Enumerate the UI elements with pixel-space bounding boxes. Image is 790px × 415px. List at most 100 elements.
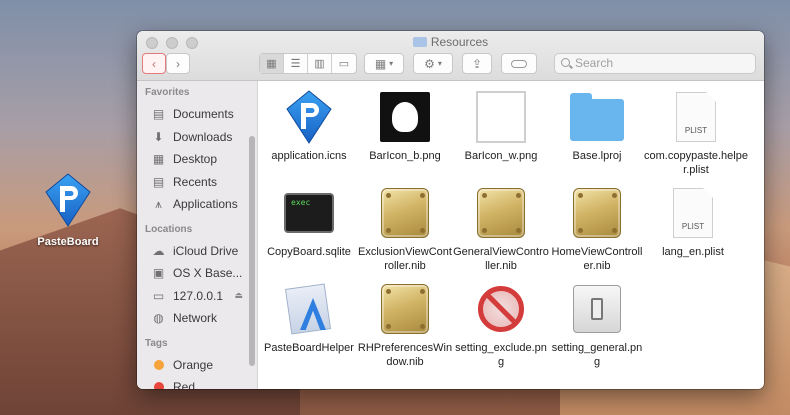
tags-button[interactable] (501, 53, 537, 74)
list-view-icon[interactable]: ☰ (284, 54, 308, 73)
file-name: GeneralViewController.nib (453, 246, 549, 272)
sidebar-item-tag-red[interactable]: Red (137, 376, 257, 389)
sidebar-item-label: OS X Base... (173, 266, 243, 281)
sidebar-item-label: iCloud Drive (173, 243, 239, 258)
no-sign-icon (478, 286, 524, 332)
search-icon (561, 58, 570, 67)
view-mode-segmented[interactable]: ▦ ☰ ▥ ▭ (259, 53, 357, 74)
file-item-general-nib[interactable]: GeneralViewController.nib (453, 185, 549, 273)
sidebar-item-localhost[interactable]: ▭ 127.0.0.1 ⏏ (137, 285, 257, 308)
file-name: BarIcon_w.png (464, 150, 538, 162)
icon-view-icon[interactable]: ▦ (260, 54, 284, 73)
file-name: CopyBoard.sqlite (267, 246, 351, 258)
display-icon: ▭ (152, 288, 165, 303)
sidebar-item-network[interactable]: ◍ Network (137, 307, 257, 330)
sidebar-item-label: Orange (173, 357, 214, 372)
bar-icon-black-icon (380, 92, 430, 142)
file-item-setting-general[interactable]: setting_general.png (549, 281, 645, 369)
terminal-exec-icon: exec (284, 193, 334, 233)
desktop-icon: ▦ (152, 152, 165, 167)
applications-icon: ⩚ (155, 196, 162, 211)
bar-icon-white-icon (476, 91, 526, 143)
folder-icon (412, 37, 427, 47)
toggle-switch-icon (573, 285, 621, 333)
file-name: PasteBoardHelper (264, 342, 354, 354)
search-field[interactable]: Search (554, 53, 756, 74)
share-icon: ⇪ (471, 56, 483, 71)
sidebar-header-favorites: Favorites (145, 87, 190, 98)
sidebar-item-recents[interactable]: ▤ Recents (137, 171, 257, 194)
gallery-view-icon[interactable]: ▭ (332, 54, 356, 73)
sidebar-scrollbar[interactable] (249, 136, 255, 366)
sidebar-item-label: Documents (173, 107, 234, 122)
desktop-icon-pasteboard[interactable]: PasteBoard (30, 172, 106, 248)
sidebar: Favorites ▤ Documents ⬇ Downloads ▦ Desk… (137, 81, 258, 389)
sidebar-header-tags: Tags (145, 337, 168, 349)
file-item-rhpreferences-nib[interactable]: RHPreferencesWindow.nib (357, 281, 453, 369)
share-button[interactable]: ⇪ (462, 53, 492, 74)
sidebar-item-label: Recents (173, 174, 218, 189)
sidebar-item-downloads[interactable]: ⬇ Downloads (137, 126, 257, 149)
pasteboard-logo-icon (42, 172, 94, 228)
disk-icon: ▣ (152, 266, 165, 281)
file-name: com.copypaste.helper.plist (644, 150, 748, 176)
search-placeholder: Search (575, 56, 614, 70)
file-name: BarIcon_b.png (369, 150, 441, 162)
pasteboard-logo-icon (281, 89, 337, 145)
file-item-copyboard-sqlite[interactable]: exec CopyBoard.sqlite (261, 185, 357, 259)
downloads-icon: ⬇ (153, 129, 164, 144)
sidebar-item-label: Downloads (173, 129, 233, 144)
chevron-right-icon: › (176, 56, 180, 71)
file-item-pasteboardhelper[interactable]: PasteBoardHelper (261, 281, 357, 355)
network-icon: ◍ (153, 311, 164, 326)
file-item-base-lproj[interactable]: Base.lproj (549, 89, 645, 163)
recents-icon: ▤ (152, 174, 165, 189)
gear-icon: ⚙ (424, 56, 435, 71)
file-item-baricon-b[interactable]: BarIcon_b.png (357, 89, 453, 163)
nib-file-icon (573, 188, 621, 238)
sidebar-item-tag-orange[interactable]: Orange (137, 354, 257, 377)
file-item-setting-exclude[interactable]: setting_exclude.png (453, 281, 549, 369)
file-name: application.icns (271, 150, 347, 162)
column-view-icon[interactable]: ▥ (308, 54, 332, 73)
sidebar-item-documents[interactable]: ▤ Documents (137, 103, 257, 126)
back-button[interactable]: ‹ (142, 53, 166, 74)
file-item-lang-en-plist[interactable]: PLIST lang_en.plist (645, 185, 741, 259)
window-title-text: Resources (430, 35, 489, 49)
nib-file-icon (477, 188, 525, 238)
sidebar-item-label: Red (173, 380, 196, 389)
sidebar-header-locations: Locations (145, 223, 193, 235)
file-item-baricon-w[interactable]: BarIcon_w.png (453, 89, 549, 163)
file-item-helper-plist[interactable]: PLIST com.copypaste.helper.plist (641, 89, 751, 177)
file-name: HomeViewController.nib (551, 246, 643, 272)
plist-document-icon: PLIST (673, 188, 713, 238)
forward-button[interactable]: › (166, 53, 190, 74)
file-item-exclusion-nib[interactable]: ExclusionViewController.nib (357, 185, 453, 273)
action-button[interactable]: ⚙ ▾ (413, 53, 453, 74)
desktop-icon-label: PasteBoard (37, 236, 99, 248)
file-name: Base.lproj (572, 150, 622, 162)
group-grid-icon: ▦ (374, 56, 387, 71)
sidebar-item-label: Desktop (173, 152, 218, 167)
red-tag-dot (153, 382, 164, 389)
sidebar-item-label: 127.0.0.1 (173, 288, 224, 303)
tag-icon (511, 59, 527, 68)
title-bar: Resources ‹ › ▦ ☰ ▥ ▭ ▦ ▾ ⚙ ▾ ⇪ Search (137, 31, 764, 81)
file-name: setting_general.png (551, 342, 643, 368)
plist-document-icon: PLIST (676, 92, 716, 142)
file-item-home-nib[interactable]: HomeViewController.nib (549, 185, 645, 273)
file-item-application-icns[interactable]: application.icns (261, 89, 357, 163)
sidebar-item-osx-base[interactable]: ▣ OS X Base... (137, 262, 257, 285)
folder-icon (570, 93, 624, 141)
eject-icon[interactable]: ⏏ (234, 290, 243, 301)
finder-window: Resources ‹ › ▦ ☰ ▥ ▭ ▦ ▾ ⚙ ▾ ⇪ Search F… (137, 31, 764, 389)
chevron-down-icon: ▾ (389, 59, 394, 68)
file-name: RHPreferencesWindow.nib (357, 342, 453, 368)
file-name: lang_en.plist (662, 246, 724, 258)
sidebar-item-applications[interactable]: ⩚ Applications (137, 193, 257, 216)
sidebar-item-desktop[interactable]: ▦ Desktop (137, 148, 257, 171)
group-by-button[interactable]: ▦ ▾ (364, 53, 404, 74)
sidebar-item-icloud[interactable]: ☁ iCloud Drive (137, 240, 257, 263)
file-name: ExclusionViewController.nib (358, 246, 452, 272)
documents-icon: ▤ (152, 107, 165, 122)
